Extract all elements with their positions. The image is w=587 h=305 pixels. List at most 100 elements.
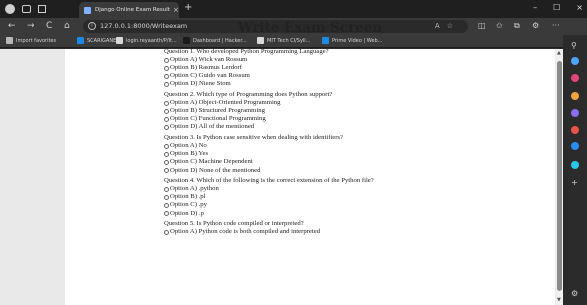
radio-button[interactable]: [164, 57, 169, 63]
new-tab-button[interactable]: +: [184, 3, 192, 13]
bookmark-item[interactable]: login.reyaanth/P/lt...: [116, 37, 177, 44]
window-controls: – ☐ ×: [533, 3, 583, 12]
radio-button[interactable]: [164, 229, 169, 235]
drop-icon[interactable]: [571, 161, 579, 169]
reload-button[interactable]: C: [46, 20, 52, 32]
page-title: Write Exam Screen: [237, 20, 383, 36]
tab-favicon-icon: [84, 6, 91, 14]
answer-option[interactable]: Option A) .python: [164, 185, 374, 193]
bookmark-icon: [116, 37, 123, 44]
bookmark-item[interactable]: Import favorites: [6, 37, 56, 44]
workspaces-icon[interactable]: [22, 5, 31, 13]
option-label: Option A) Wick van Rossum: [170, 56, 248, 64]
close-window-button[interactable]: ×: [576, 3, 583, 12]
radio-button[interactable]: [164, 194, 169, 200]
scrollbar-thumb[interactable]: [557, 61, 562, 291]
bookmark-label: Import favorites: [16, 37, 57, 44]
answer-option[interactable]: Option A) Python code is both compiled a…: [164, 228, 374, 236]
question-block: Question 4. Which of the following is th…: [164, 177, 374, 217]
bookmark-icon: [6, 37, 13, 44]
maximize-button[interactable]: ☐: [553, 3, 560, 12]
radio-button[interactable]: [164, 151, 169, 157]
bookmark-item[interactable]: Prime Video | Web...: [322, 37, 382, 44]
answer-option[interactable]: Option B) Yes: [164, 150, 374, 158]
sidebar-settings-icon[interactable]: ⚙: [571, 290, 578, 298]
shopping-icon[interactable]: [571, 74, 579, 82]
forward-button[interactable]: →: [27, 20, 35, 32]
radio-button[interactable]: [164, 100, 169, 106]
option-label: Option C) Guido van Rossum: [170, 72, 250, 80]
profile-icon[interactable]: [5, 4, 15, 14]
radio-button[interactable]: [164, 143, 169, 149]
radio-button[interactable]: [164, 116, 169, 122]
question-block: Question 2. Which type of Programming do…: [164, 91, 374, 131]
answer-option[interactable]: Option A) Object-Oriented Programming: [164, 99, 374, 107]
answer-option[interactable]: Option C) Functional Programming: [164, 115, 374, 123]
answer-option[interactable]: Option D) All of the mentioned: [164, 123, 374, 131]
answer-option[interactable]: Option D) .p: [164, 210, 374, 218]
option-label: Option B) Rasmus Lerdorf: [170, 64, 242, 72]
answer-option[interactable]: Option D) Niene Stom: [164, 80, 374, 88]
answer-option[interactable]: Option B) Rasmus Lerdorf: [164, 64, 374, 72]
answer-option[interactable]: Option A) Wick van Rossum: [164, 56, 374, 64]
radio-button[interactable]: [164, 124, 169, 130]
outlook-icon[interactable]: [571, 142, 579, 150]
radio-button[interactable]: [164, 168, 169, 174]
radio-button[interactable]: [164, 108, 169, 114]
option-label: Option A) Object-Oriented Programming: [170, 99, 281, 107]
option-label: Option C) .py: [170, 201, 207, 209]
page-scrollbar[interactable]: ▲ ▼: [556, 49, 563, 305]
bookmark-label: Dashboard | Hacker...: [193, 37, 247, 44]
option-label: Option A) .python: [170, 185, 219, 193]
question-text: Question 3. Is Python case sensitive whe…: [164, 134, 344, 142]
browser-window: Django Online Exam Result × + – ☐ × ← → …: [0, 0, 587, 305]
active-tab[interactable]: Django Online Exam Result ×: [79, 2, 179, 18]
bookmark-item[interactable]: SCARIGANE: [77, 37, 116, 44]
radio-button[interactable]: [164, 186, 169, 192]
answer-option[interactable]: Option B) .pl: [164, 193, 374, 201]
option-label: Option D) All of the mentioned: [170, 123, 255, 131]
back-button[interactable]: ←: [8, 20, 16, 32]
bookmark-item[interactable]: Dashboard | Hacker...: [183, 37, 247, 44]
tab-close-icon[interactable]: ×: [173, 6, 179, 14]
radio-button[interactable]: [164, 73, 169, 79]
option-label: Option C) Machine Dependent: [170, 158, 253, 166]
answer-option[interactable]: Option C) .py: [164, 201, 374, 209]
answer-option[interactable]: Option C) Guido van Rossum: [164, 72, 374, 80]
scroll-up-icon[interactable]: ▲: [557, 51, 561, 56]
tab-actions-icon[interactable]: [38, 5, 46, 13]
option-label: Option B) .pl: [170, 193, 206, 201]
question-text: Question 2. Which type of Programming do…: [164, 91, 333, 99]
radio-button[interactable]: [164, 211, 169, 217]
radio-button[interactable]: [164, 81, 169, 87]
radio-button[interactable]: [164, 65, 169, 71]
option-label: Option D) None of the mentioned: [170, 166, 261, 174]
bookmark-label: Prime Video | Web...: [332, 37, 383, 44]
option-label: Option D) .p: [170, 209, 204, 217]
answer-option[interactable]: Option B) Structured Programming: [164, 107, 374, 115]
answer-option[interactable]: Option D) None of the mentioned: [164, 167, 374, 175]
bookmark-label: MIT Tech Cl/Syll...: [267, 37, 311, 44]
radio-button[interactable]: [164, 203, 169, 209]
bookmark-icon: [183, 37, 190, 44]
answer-option[interactable]: Option A) No: [164, 142, 374, 150]
bookmark-item[interactable]: MIT Tech Cl/Syll...: [257, 37, 310, 44]
bookmark-icon: [322, 37, 329, 44]
option-label: Option B) Yes: [170, 150, 209, 158]
bookmark-label: SCARIGANE: [87, 37, 117, 44]
search-icon[interactable]: ⚲: [571, 42, 577, 50]
edge-sidebar: ⚲ + ⚙: [563, 35, 587, 305]
radio-button[interactable]: [164, 159, 169, 165]
minimize-button[interactable]: –: [533, 3, 537, 12]
answer-option[interactable]: Option C) Machine Dependent: [164, 158, 374, 166]
copilot-icon[interactable]: [571, 57, 579, 65]
option-label: Option A) No: [170, 142, 207, 150]
office-icon[interactable]: [571, 126, 579, 134]
scroll-down-icon[interactable]: ▼: [557, 298, 561, 303]
tools-icon[interactable]: [571, 92, 579, 100]
add-sidebar-app-icon[interactable]: +: [571, 179, 578, 187]
question-text: Question 5. Is Python code compiled or i…: [164, 220, 304, 228]
option-label: Option C) Functional Programming: [170, 115, 266, 123]
games-icon[interactable]: [571, 109, 579, 117]
option-label: Option B) Structured Programming: [170, 107, 265, 115]
